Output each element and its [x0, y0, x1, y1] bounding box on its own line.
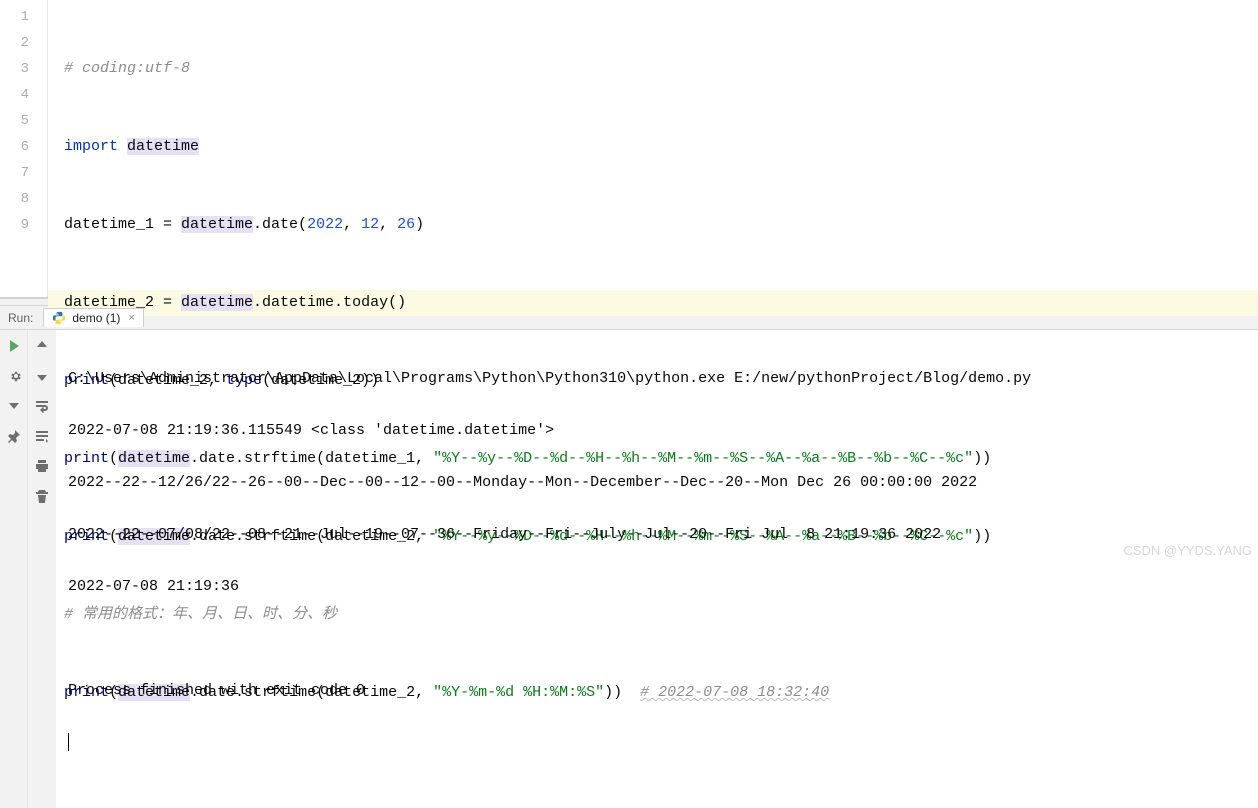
console-line: 2022-07-08 21:19:36	[68, 574, 1258, 600]
code-line: # coding:utf-8	[64, 56, 1258, 82]
line-number: 1	[0, 4, 47, 30]
caret-icon	[68, 733, 69, 751]
line-number: 7	[0, 160, 47, 186]
code-editor[interactable]: 1 2 3 4 5 6 7 8 9 # coding:utf-8 import …	[0, 0, 1258, 298]
up-button[interactable]	[32, 336, 52, 356]
dropdown-button[interactable]	[4, 396, 24, 416]
scroll-to-end-button[interactable]	[32, 426, 52, 446]
run-toolbar-primary	[0, 330, 28, 808]
down-button[interactable]	[32, 366, 52, 386]
run-tab[interactable]: demo (1) ×	[43, 308, 143, 327]
line-number: 8	[0, 186, 47, 212]
soft-wrap-button[interactable]	[32, 396, 52, 416]
code-line: import datetime	[64, 134, 1258, 160]
console-line: C:\Users\Administrator\AppData\Local\Pro…	[68, 366, 1258, 392]
console-line: 2022-07-08 21:19:36.115549 <class 'datet…	[68, 418, 1258, 444]
gutter: 1 2 3 4 5 6 7 8 9	[0, 0, 48, 297]
line-number: 4	[0, 82, 47, 108]
rerun-button[interactable]	[4, 336, 24, 356]
run-toolbar-secondary	[28, 330, 56, 808]
close-icon[interactable]: ×	[128, 312, 134, 324]
tab-title: demo (1)	[72, 311, 120, 325]
print-button[interactable]	[32, 456, 52, 476]
line-number: 3	[0, 56, 47, 82]
console-line: 2022--22--07/08/22--08--21--Jul--19--07-…	[68, 522, 1258, 548]
settings-button[interactable]	[4, 366, 24, 386]
code-line-current: datetime_2 = datetime.datetime.today()	[48, 290, 1258, 316]
line-number: 2	[0, 30, 47, 56]
line-number: 5	[0, 108, 47, 134]
run-label: Run:	[8, 311, 33, 325]
console-output[interactable]: C:\Users\Administrator\AppData\Local\Pro…	[56, 330, 1258, 808]
code-content[interactable]: # coding:utf-8 import datetime datetime_…	[48, 0, 1258, 297]
console-line	[68, 626, 1258, 652]
run-panel: Run: demo (1) × C:\Users\Administrator\A…	[0, 306, 1258, 808]
console-line: 2022--22--12/26/22--26--00--Dec--00--12-…	[68, 470, 1258, 496]
code-line: datetime_1 = datetime.date(2022, 12, 26)	[64, 212, 1258, 238]
pin-button[interactable]	[4, 426, 24, 446]
console-line: Process finished with exit code 0	[68, 678, 1258, 704]
delete-button[interactable]	[32, 486, 52, 506]
console-caret-line	[68, 730, 1258, 756]
line-number: 9	[0, 212, 47, 238]
watermark: CSDN @YYDS.YANG	[1123, 543, 1252, 558]
python-file-icon	[52, 311, 66, 325]
line-number: 6	[0, 134, 47, 160]
